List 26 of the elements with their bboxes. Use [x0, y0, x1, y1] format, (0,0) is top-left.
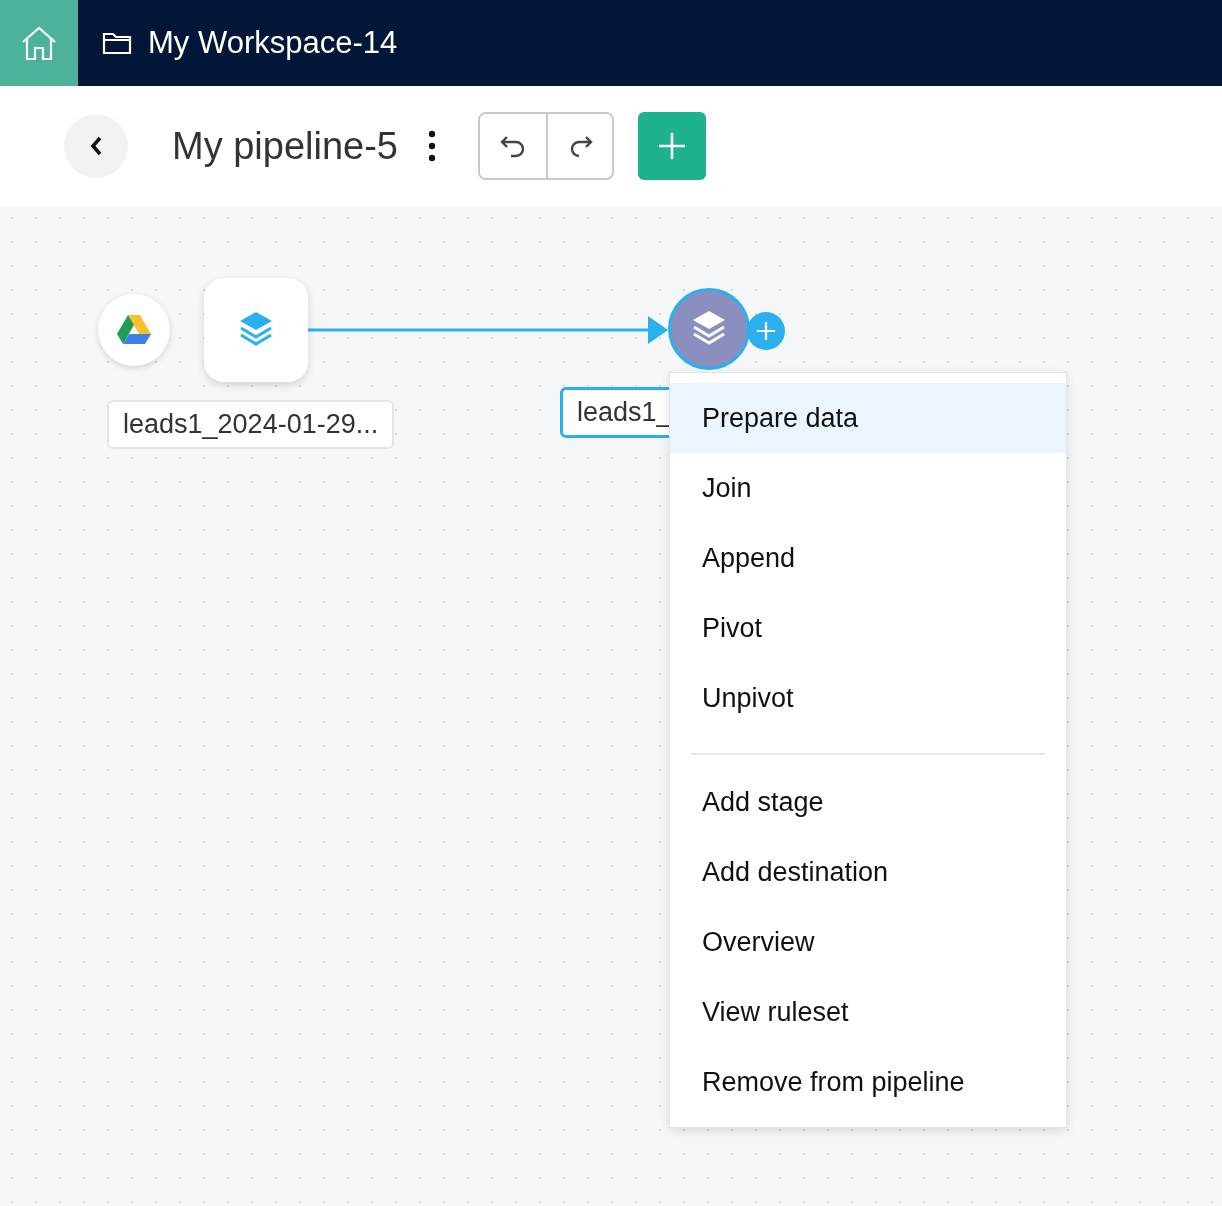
home-button[interactable] [0, 0, 78, 86]
workspace-name[interactable]: My Workspace-14 [148, 19, 398, 67]
folder-icon [102, 31, 132, 55]
plus-icon [756, 321, 776, 341]
menu-item[interactable]: Prepare data [670, 383, 1066, 453]
plus-icon [658, 132, 686, 160]
redo-button[interactable] [546, 114, 612, 178]
menu-item[interactable]: Unpivot [670, 663, 1066, 733]
drive-source-node[interactable] [98, 294, 170, 366]
more-vertical-icon [428, 130, 436, 162]
drive-icon [116, 314, 152, 346]
menu-item[interactable]: Add stage [670, 767, 1066, 837]
pipeline-title: My pipeline-5 [172, 123, 398, 169]
menu-item[interactable]: Join [670, 453, 1066, 523]
node-label[interactable]: leads1_2024-01-29... [107, 400, 395, 449]
dataset-node[interactable] [204, 278, 308, 382]
menu-item[interactable]: Overview [670, 907, 1066, 977]
menu-item[interactable]: Add destination [670, 837, 1066, 907]
add-node-button[interactable] [747, 312, 785, 350]
chevron-left-icon [89, 135, 103, 157]
add-button[interactable] [638, 112, 706, 180]
menu-item[interactable]: View ruleset [670, 977, 1066, 1047]
menu-item[interactable]: Append [670, 523, 1066, 593]
menu-item[interactable]: Remove from pipeline [670, 1047, 1066, 1117]
undo-icon [499, 133, 527, 159]
menu-item[interactable]: Pivot [670, 593, 1066, 663]
